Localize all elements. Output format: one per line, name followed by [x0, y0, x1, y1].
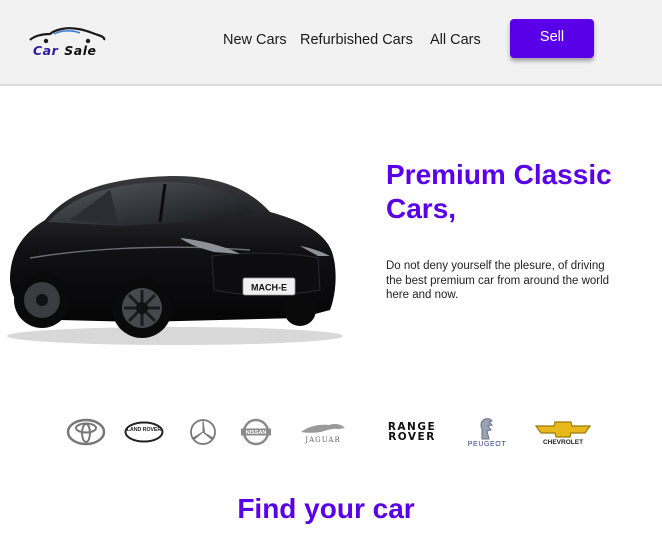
mercedes-logo-icon[interactable]: [188, 410, 218, 454]
car-plate-text: MACH-E: [251, 283, 287, 293]
hero-title: Premium Classic Cars,: [386, 159, 612, 224]
nissan-logo-icon[interactable]: NISSAN: [240, 410, 272, 454]
hero-description: Do not deny yourself the plesure, of dri…: [386, 260, 610, 301]
sell-button[interactable]: Sell: [510, 19, 594, 58]
logo-word-car: Car: [33, 43, 59, 58]
car-sale-logo[interactable]: Car Sale: [28, 26, 108, 62]
brand-logo-row: LAND ROVER NISSAN JAGUAR RANGE ROVER PEU…: [60, 410, 600, 454]
chevrolet-logo-icon[interactable]: CHEVROLET: [532, 410, 594, 454]
land-rover-line1: LAND ROVER: [127, 427, 162, 433]
nissan-text: NISSAN: [246, 430, 267, 436]
logo-word-sale: Sale: [64, 43, 97, 58]
car-logo-icon: [29, 27, 106, 44]
find-your-car-heading: Find your car: [237, 493, 415, 524]
jaguar-text: JAGUAR: [305, 436, 341, 444]
nav-new-cars[interactable]: New Cars: [223, 32, 287, 48]
land-rover-logo-icon[interactable]: LAND ROVER: [124, 410, 164, 454]
nav-refurbished-cars[interactable]: Refurbished Cars: [300, 32, 413, 48]
range-rover-text-line2: ROVER: [388, 431, 436, 443]
site-header: Car Sale New Cars Refurbished Cars All Ca…: [0, 0, 662, 86]
peugeot-logo-icon[interactable]: PEUGEOT: [460, 410, 514, 454]
chevrolet-text: CHEVROLET: [542, 438, 584, 446]
range-rover-logo-icon[interactable]: RANGE ROVER: [380, 410, 444, 454]
hero-car-image: MACH-E: [7, 175, 343, 345]
jaguar-logo-icon[interactable]: JAGUAR: [296, 410, 350, 454]
peugeot-text: PEUGEOT: [467, 440, 507, 448]
logo-text: Car Sale: [33, 43, 96, 58]
nav-all-cars[interactable]: All Cars: [430, 32, 481, 48]
toyota-logo-icon[interactable]: [66, 410, 106, 454]
